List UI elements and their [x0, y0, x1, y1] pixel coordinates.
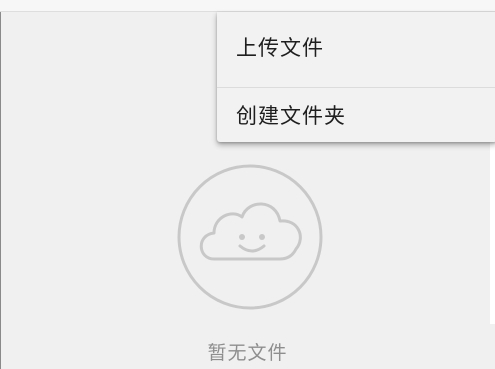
empty-state-text: 暂无文件 [207, 342, 288, 364]
dropdown-menu: 上传文件 创建文件夹 [217, 12, 495, 142]
smiling-cloud-icon [177, 164, 323, 310]
upload-file-menu-item[interactable]: 上传文件 [217, 18, 495, 78]
create-folder-menu-item[interactable]: 创建文件夹 [217, 86, 495, 146]
